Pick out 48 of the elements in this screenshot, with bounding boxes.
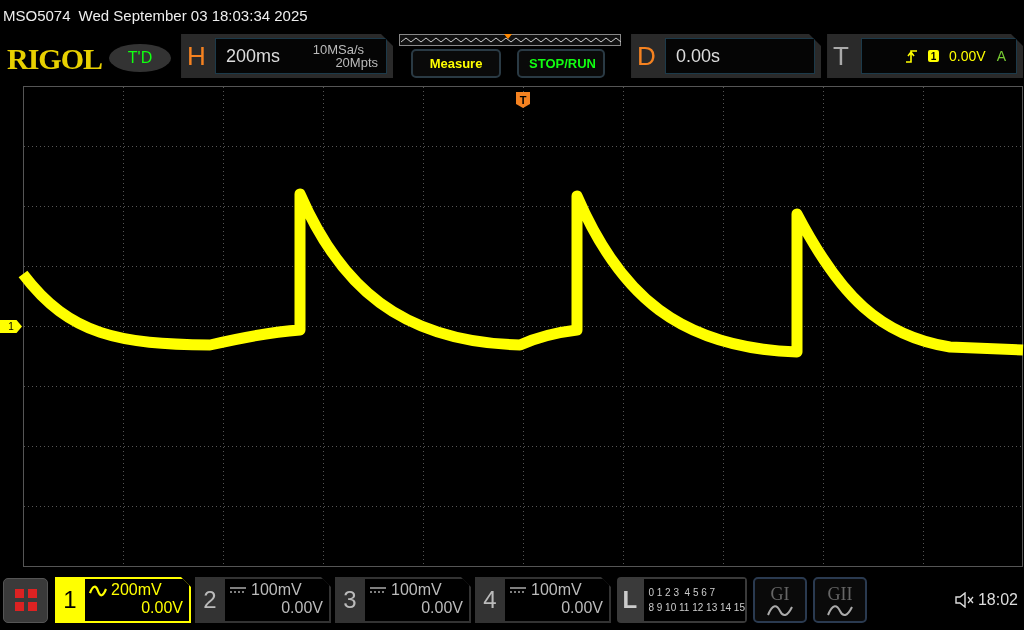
trigger-panel[interactable]: T 1 0.00V A: [827, 34, 1024, 78]
source-badge: 1: [928, 50, 940, 62]
channel-offset: 0.00V: [141, 599, 183, 617]
rising-edge-icon: [906, 49, 919, 63]
logic-panel[interactable]: L 0 1 2 3 4 5 6 7 8 9 10 11 12 13 14 15: [617, 577, 747, 623]
memory-depth: 20Mpts: [335, 56, 379, 69]
channel-number: 3: [342, 585, 358, 615]
delay-value: 0.00s: [676, 45, 721, 67]
timebase-value: 200ms: [226, 45, 281, 67]
menu-button[interactable]: [3, 577, 48, 623]
channel-marker[interactable]: 1: [0, 320, 22, 333]
panel-letter: T: [833, 40, 850, 72]
speaker-muted-icon: [953, 592, 974, 608]
channel-panel[interactable]: 3 100mV 0.00V: [335, 577, 471, 623]
channel-offset: 0.00V: [421, 599, 463, 617]
brand-logo: RIGOL: [7, 42, 103, 76]
trigger-level: 0.00V: [949, 48, 986, 64]
mode-badge: T'D: [109, 44, 172, 72]
channel-panel[interactable]: 2 100mV 0.00V: [195, 577, 331, 623]
panel-letter: H: [187, 40, 207, 72]
channel-scale: 100mV: [531, 581, 582, 599]
sine-wave-icon: [827, 604, 853, 617]
panel-letter: D: [637, 40, 657, 72]
sine-wave-icon: [767, 604, 793, 617]
channel-scale: 100mV: [251, 581, 302, 599]
channel-offset: 0.00V: [281, 599, 323, 617]
channel-number: 1: [62, 585, 78, 615]
channel-number: 4: [482, 585, 498, 615]
grid-squares-icon: [14, 589, 37, 611]
channel-panel[interactable]: 1 200mV 0.00V: [55, 577, 191, 623]
measure-button[interactable]: Measure: [411, 49, 502, 78]
model-name: MSO5074: [3, 6, 71, 24]
channel-scale: 100mV: [391, 581, 442, 599]
horizontal-panel[interactable]: H 200ms 10MSa/s 20Mpts: [181, 34, 394, 78]
delay-panel[interactable]: D 0.00s: [631, 34, 822, 78]
channel-offset: 0.00V: [561, 599, 603, 617]
stop-run-button[interactable]: STOP/RUN: [517, 49, 606, 78]
trigger-mode: A: [996, 48, 1007, 64]
channel-number: 2: [202, 585, 218, 615]
channel-panel[interactable]: 4 100mV 0.00V: [475, 577, 611, 623]
trigger-position-marker[interactable]: T: [516, 92, 530, 108]
clock-time: 18:02: [977, 591, 1018, 609]
channel-scale: 200mV: [111, 581, 162, 599]
sample-rate: 10MSa/s: [312, 43, 365, 56]
date-time: Wed September 03 18:03:34 2025: [78, 6, 308, 24]
logic-channel-numbers: 8 9 10 11 12 13 14 15: [648, 602, 745, 613]
logic-channel-numbers: 0 1 2 3 4 5 6 7: [648, 587, 717, 598]
panel-letter: L: [621, 585, 639, 615]
